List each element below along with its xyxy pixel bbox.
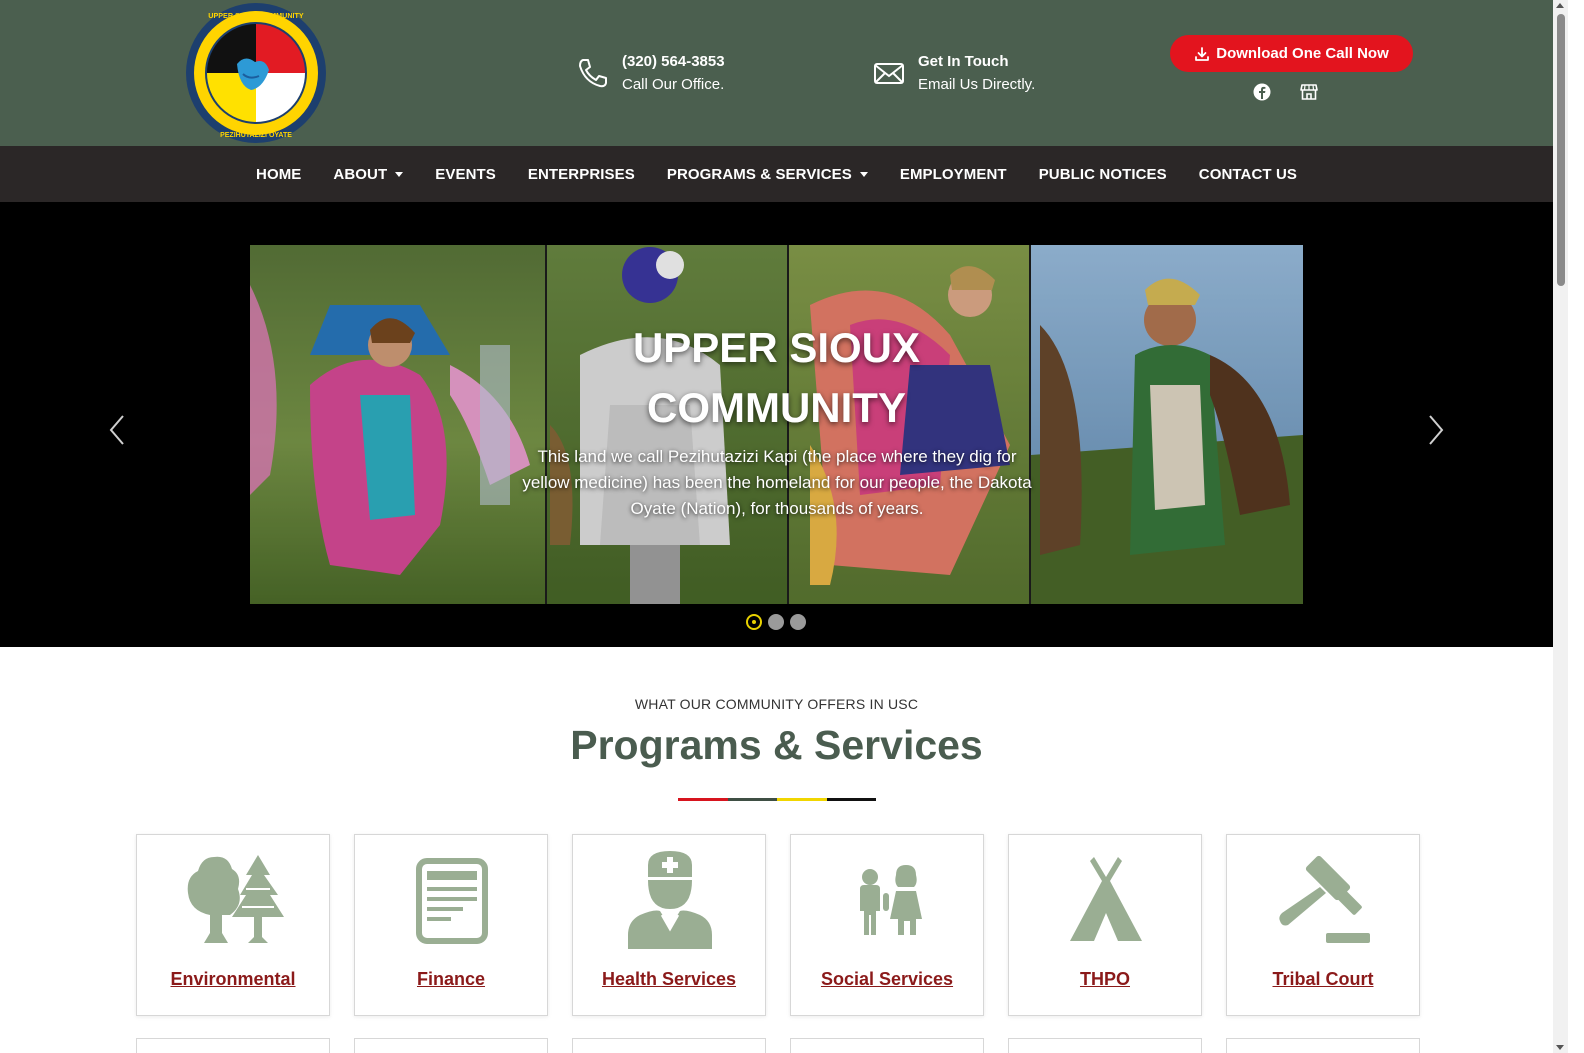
section-kicker: WHAT OUR COMMUNITY OFFERS IN USC [634,696,919,712]
service-link-finance[interactable]: Finance [355,969,547,990]
carousel-dot-1[interactable] [746,614,762,630]
trees-icon [187,855,284,943]
hero-title-line1: UPPER SIOUX [632,324,921,371]
email-contact[interactable]: Get In Touch Email Us Directly. [872,50,1035,96]
carousel-indicators [746,614,806,630]
download-icon [1195,46,1210,61]
caret-down-icon [859,171,868,177]
divider-black [826,798,876,801]
service-link-environmental[interactable]: Environmental [137,969,329,990]
scroll-down-arrow-icon[interactable] [1556,1045,1564,1050]
section-divider [678,798,876,801]
nav-item-events[interactable]: EVENTS [419,166,512,183]
tipi-icon [1070,857,1142,941]
phone-icon [579,59,607,88]
nav-item-contact-us[interactable]: CONTACT US [1183,166,1313,183]
nav-item-home[interactable]: HOME [240,166,317,183]
carousel-dot-3[interactable] [790,614,806,630]
phone-contact[interactable]: (320) 564-3853 Call Our Office. [576,50,725,96]
carousel-prev-icon[interactable] [105,410,129,450]
caret-down-icon [395,171,404,177]
hero-carousel: UPPER SIOUX COMMUNITY This land we call … [0,202,1553,647]
hero-title: UPPER SIOUX COMMUNITY [250,318,1303,438]
download-one-call-button[interactable]: Download One Call Now [1170,35,1413,72]
service-card-row2-2[interactable] [354,1038,548,1053]
nav-list: HOME ABOUT EVENTS ENTERPRISES PROGRAMS & SER… [0,146,1553,202]
nav-item-public-notices[interactable]: PUBLIC NOTICES [1023,166,1183,183]
service-card-row2-4[interactable] [790,1038,984,1053]
section-title: Programs & Services [570,722,983,768]
nav-item-label: ENTERPRISES [527,165,635,183]
nav-item-label: EMPLOYMENT [899,165,1007,183]
service-card-row2-3[interactable] [572,1038,766,1053]
site-header: UPPER SIOUX COMMUNITY PEZIHUTAZIZI OYATE… [0,0,1553,146]
service-link-thpo[interactable]: THPO [1009,969,1201,990]
document-icon [416,858,488,944]
service-card-finance[interactable]: Finance [354,834,548,1016]
main-navigation: HOME ABOUT EVENTS ENTERPRISES PROGRAMS & SER… [0,146,1553,202]
facebook-icon[interactable] [1252,82,1272,102]
email-title[interactable]: Get In Touch [918,50,1035,73]
service-card-row2-5[interactable] [1008,1038,1202,1053]
phone-number[interactable]: (320) 564-3853 [622,50,725,73]
carousel-next-icon[interactable] [1424,410,1448,450]
service-link-tribal-court[interactable]: Tribal Court [1227,969,1419,990]
nav-item-label: ABOUT [333,165,388,183]
hero-description: This land we call Pezihutazizi Kapi (the… [522,447,1032,518]
store-icon[interactable] [1299,82,1319,102]
community-logo[interactable]: UPPER SIOUX COMMUNITY PEZIHUTAZIZI OYATE [185,2,327,144]
download-button-label: Download One Call Now [1216,45,1389,62]
service-card-row2-6[interactable] [1226,1038,1420,1053]
carousel-dot-2[interactable] [768,614,784,630]
divider-yellow [777,798,827,801]
doctor-icon [628,851,712,949]
service-link-health[interactable]: Health Services [573,969,765,990]
service-card-health[interactable]: Health Services [572,834,766,1016]
hero-title-line2: COMMUNITY [647,384,906,431]
nav-item-label: CONTACT US [1198,165,1297,183]
service-card-thpo[interactable]: THPO [1008,834,1202,1016]
service-card-social[interactable]: Social Services [790,834,984,1016]
nav-item-label: PROGRAMS & SERVICES [666,165,852,183]
nav-item-label: EVENTS [435,165,496,183]
envelope-icon [874,63,904,84]
gavel-icon [1279,855,1370,943]
logo-text-top: UPPER SIOUX COMMUNITY [208,11,304,20]
divider-red [678,798,728,801]
nav-item-label: PUBLIC NOTICES [1038,165,1167,183]
service-link-social[interactable]: Social Services [791,969,983,990]
service-card-row2-1[interactable] [136,1038,330,1053]
scroll-thumb[interactable] [1557,14,1565,286]
service-card-environmental[interactable]: Environmental [136,834,330,1016]
nav-item-programs-services[interactable]: PROGRAMS & SERVICES [651,166,884,183]
page-scrollbar[interactable] [1553,0,1568,1053]
divider-green [727,798,777,801]
service-card-tribal-court[interactable]: Tribal Court [1226,834,1420,1016]
phone-caption: Call Our Office. [622,76,725,93]
nav-item-about[interactable]: ABOUT [317,166,419,183]
email-caption: Email Us Directly. [918,76,1036,93]
logo-text-bottom: PEZIHUTAZIZI OYATE [220,132,292,139]
children-icon [860,865,922,935]
nav-item-enterprises[interactable]: ENTERPRISES [512,166,651,183]
nav-item-employment[interactable]: EMPLOYMENT [884,166,1023,183]
nav-item-label: HOME [256,165,302,183]
scroll-up-arrow-icon[interactable] [1556,3,1564,8]
